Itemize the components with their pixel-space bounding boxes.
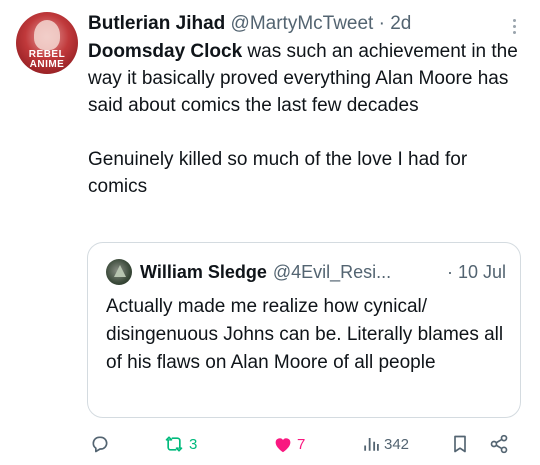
author-name[interactable]: Butlerian Jihad <box>88 13 225 34</box>
more-icon[interactable] <box>504 14 524 38</box>
retweet-count: 3 <box>189 435 198 453</box>
tweet-header: Butlerian Jihad @MartyMcTweet · 2d <box>88 10 524 38</box>
reply-button[interactable] <box>90 426 110 462</box>
quote-text: Actually made me realize how cynical/ di… <box>106 296 504 373</box>
tweet-bold-lead: Doomsday Clock <box>88 41 243 62</box>
action-bar: 3 7 342 <box>0 426 540 462</box>
like-button[interactable]: 7 <box>273 426 305 462</box>
tweet-body: Doomsday Clock was such an achievement i… <box>88 38 528 200</box>
quote-author-name: William Sledge <box>140 262 267 282</box>
author-avatar[interactable]: REBEL ANIME <box>16 12 78 74</box>
retweet-button[interactable]: 3 <box>163 426 197 462</box>
quote-author-avatar <box>106 259 132 285</box>
header-separator: · <box>378 13 385 34</box>
like-icon <box>275 438 291 453</box>
avatar-figure <box>34 20 60 50</box>
quoted-tweet[interactable]: William Sledge @4Evil_Resi... · 10 Jul Ac… <box>87 242 521 418</box>
share-button[interactable] <box>489 426 509 462</box>
avatar-logo-text: REBEL ANIME <box>28 49 66 70</box>
bookmark-button[interactable] <box>451 426 469 462</box>
reply-icon <box>92 436 108 453</box>
tweet-paragraph-1: Doomsday Clock was such an achievement i… <box>88 38 528 119</box>
author-handle[interactable]: @MartyMcTweet <box>231 13 374 34</box>
retweet-icon <box>165 436 183 452</box>
quote-date: · 10 Jul <box>446 262 506 282</box>
tweet-paragraph-2: Genuinely killed so much of the love I h… <box>88 149 468 197</box>
views-icon <box>364 438 379 451</box>
bookmark-icon <box>454 435 466 453</box>
quote-author-handle: @4Evil_Resi... <box>272 262 392 282</box>
quote-header: William Sledge @4Evil_Resi... · 10 Jul <box>140 258 506 286</box>
views-count: 342 <box>384 435 410 453</box>
like-count: 7 <box>297 435 306 453</box>
views-button[interactable]: 342 <box>362 426 409 462</box>
tweet-age[interactable]: 2d <box>390 13 411 34</box>
share-icon <box>490 434 508 454</box>
